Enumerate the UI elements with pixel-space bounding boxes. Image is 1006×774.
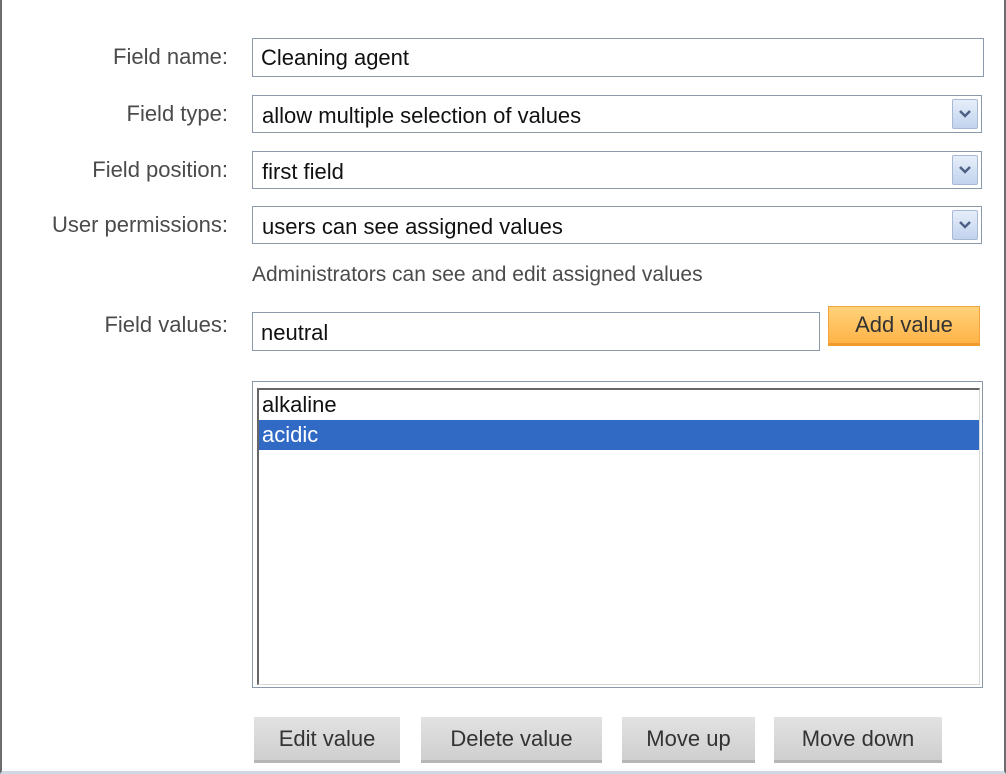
chevron-down-icon[interactable] [952,210,978,240]
list-item[interactable]: acidic [259,420,979,450]
field-values-label: Field values: [104,312,228,337]
delete-value-button[interactable]: Delete value [421,717,602,763]
field-type-select[interactable]: allow multiple selection of values [252,95,982,133]
list-item[interactable]: alkaline [259,390,979,420]
field-type-label: Field type: [126,101,229,126]
field-position-value: first field [262,159,344,184]
field-value-input[interactable] [252,312,820,351]
field-position-label: Field position: [92,157,228,182]
move-up-button[interactable]: Move up [622,717,755,763]
add-value-button[interactable]: Add value [828,306,980,346]
chevron-down-icon[interactable] [952,155,978,185]
field-type-value: allow multiple selection of values [262,103,582,128]
user-permissions-value: users can see assigned values [262,214,563,239]
field-name-input[interactable] [252,38,984,77]
chevron-down-icon[interactable] [952,99,978,129]
field-editor-panel: Field name: Field type: allow multiple s… [0,0,1006,774]
user-permissions-label: User permissions: [51,212,228,237]
field-values-list-inner: alkaline acidic [257,388,980,685]
move-down-button[interactable]: Move down [774,717,942,763]
user-permissions-select[interactable]: users can see assigned values [252,206,982,244]
field-values-list[interactable]: alkaline acidic [252,381,983,688]
field-position-select[interactable]: first field [252,151,982,189]
permissions-hint: Administrators can see and edit assigned… [252,263,703,286]
edit-value-button[interactable]: Edit value [254,717,400,763]
field-name-label: Field name: [113,44,228,69]
